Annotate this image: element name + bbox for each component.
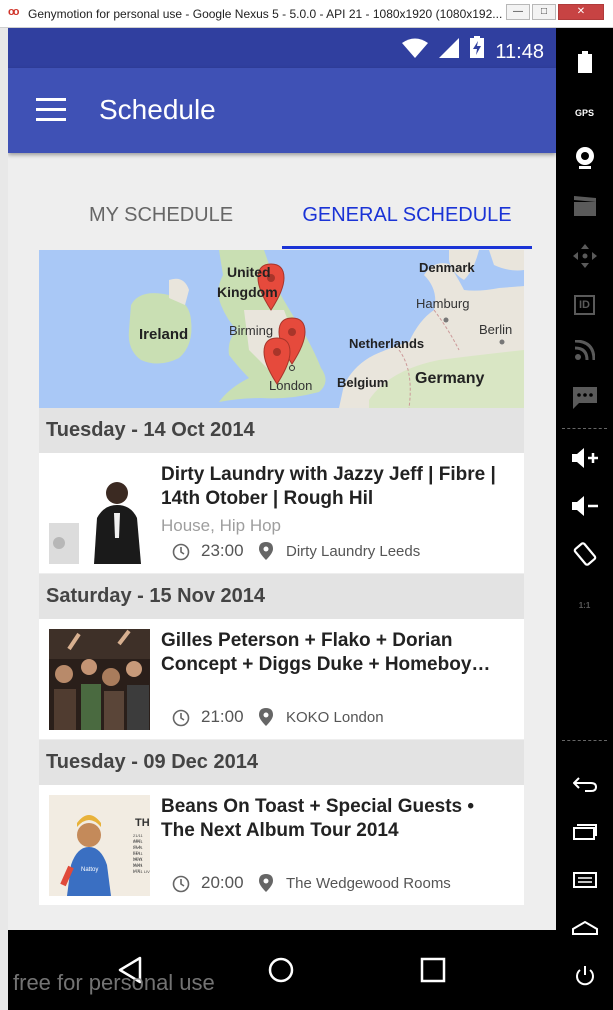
event-card[interactable]: Dirty Laundry with Jazzy Jeff | Fibre | … — [39, 453, 524, 573]
map-label-uk-1: United — [227, 264, 271, 280]
status-bar: 11:48 — [8, 28, 556, 68]
close-button[interactable]: ✕ — [558, 4, 604, 20]
map-label-uk-2: Kingdom — [217, 284, 278, 300]
toolbar-divider — [562, 740, 607, 741]
battery-charging-icon — [470, 36, 489, 63]
clock-icon — [172, 709, 190, 727]
event-title: Gilles Peterson + Flako + Dorian Concept… — [161, 630, 491, 675]
gps-label: GPS — [574, 108, 594, 118]
window-title: Genymotion for personal use - Google Nex… — [28, 7, 503, 21]
scale-icon[interactable]: 1:1 — [556, 582, 613, 622]
page-title: Schedule — [99, 94, 216, 125]
map-label-ireland: Ireland — [139, 326, 189, 343]
event-time: 21:00 — [201, 707, 244, 726]
tab-indicator — [282, 246, 532, 249]
battery-icon[interactable] — [556, 42, 613, 82]
event-venue: Dirty Laundry Leeds — [286, 543, 421, 560]
volume-down-icon[interactable] — [556, 486, 613, 526]
rss-icon[interactable] — [556, 330, 613, 370]
event-time: 23:00 — [201, 541, 244, 560]
maximize-button[interactable]: □ — [532, 4, 556, 20]
window-titlebar: oo Genymotion for personal use - Google … — [0, 0, 613, 28]
map-label-belgium: Belgium — [337, 375, 389, 390]
map-label-hamburg: Hamburg — [416, 296, 470, 311]
map-label-london: London — [269, 378, 313, 393]
map-view[interactable]: United Kingdom Ireland Denmark Hamburg B… — [39, 250, 524, 408]
webcam-icon[interactable] — [556, 138, 613, 178]
clock-icon — [172, 875, 190, 893]
map-label-denmark: Denmark — [419, 260, 475, 275]
tab-my-schedule[interactable]: MY SCHEDULE — [40, 186, 282, 250]
app-bar: Schedule — [8, 68, 556, 153]
clapper-icon[interactable] — [556, 186, 613, 226]
genymotion-logo-icon: oo — [8, 6, 20, 18]
back-icon[interactable] — [556, 764, 613, 804]
map-label-germany: Germany — [415, 370, 485, 387]
event-venue: KOKO London — [286, 709, 384, 726]
day-header: Tuesday - 14 Oct 2014 — [39, 408, 524, 453]
thumb-text-shirt: Nattoy — [81, 867, 99, 873]
event-time: 20:00 — [201, 873, 244, 892]
emulator-side-toolbar: GPS ID 1:1 — [556, 28, 613, 1010]
hamburger-menu-icon[interactable] — [36, 98, 66, 122]
gps-icon[interactable]: GPS — [556, 90, 613, 130]
clock-icon — [172, 543, 190, 561]
event-genre: House, Hip Hop — [161, 516, 282, 535]
thumb-text-th: TH — [135, 817, 150, 829]
scale-label: 1:1 — [578, 601, 591, 610]
thumb-text-poster: 27/11 LIV — [133, 869, 150, 874]
dpad-icon[interactable] — [556, 236, 613, 276]
location-pin-icon — [259, 874, 273, 892]
tab-bar: MY SCHEDULE GENERAL SCHEDULE — [40, 186, 532, 250]
menu-icon[interactable] — [556, 860, 613, 900]
watermark-text: free for personal use — [13, 970, 215, 995]
phone-screen: 11:48 Schedule MY SCHEDULE GENERAL SCHED… — [8, 28, 556, 930]
signal-icon — [438, 38, 464, 63]
event-thumbnail — [49, 629, 150, 730]
id-label: ID — [574, 295, 595, 315]
event-venue: The Wedgewood Rooms — [286, 875, 451, 892]
nav-recents-icon[interactable] — [413, 950, 453, 990]
map-label-netherlands: Netherlands — [349, 336, 425, 351]
event-card[interactable]: Gilles Peterson + Flako + Dorian Concept… — [39, 619, 524, 739]
nav-home-icon[interactable] — [261, 950, 301, 990]
volume-up-icon[interactable] — [556, 438, 613, 478]
day-header: Saturday - 15 Nov 2014 — [39, 574, 524, 619]
sms-icon[interactable] — [556, 378, 613, 418]
event-title: Dirty Laundry with Jazzy Jeff | Fibre | … — [161, 464, 496, 509]
location-pin-icon — [259, 542, 273, 560]
power-icon[interactable] — [556, 956, 613, 996]
home-icon[interactable] — [556, 908, 613, 948]
location-pin-icon — [259, 708, 273, 726]
event-thumbnail — [49, 463, 150, 564]
tab-general-schedule[interactable]: GENERAL SCHEDULE — [282, 186, 532, 250]
event-thumbnail: TH 21/11 ABE 22/11 GLA 23/11 EDI 24/11 N… — [49, 795, 150, 896]
id-icon[interactable]: ID — [556, 282, 613, 322]
map-label-birmingham: Birming — [229, 323, 274, 338]
day-header: Tuesday - 09 Dec 2014 — [39, 740, 524, 785]
rotate-icon[interactable] — [556, 534, 613, 574]
wifi-icon — [401, 38, 433, 63]
event-title: Beans On Toast + Special Guests • The Ne… — [161, 796, 475, 841]
recent-icon[interactable] — [556, 812, 613, 852]
minimize-button[interactable]: — — [506, 4, 530, 20]
map-label-berlin: Berlin — [479, 322, 513, 337]
status-time: 11:48 — [495, 41, 544, 63]
toolbar-divider — [562, 428, 607, 429]
event-card[interactable]: TH 21/11 ABE 22/11 GLA 23/11 EDI 24/11 N… — [39, 785, 524, 905]
